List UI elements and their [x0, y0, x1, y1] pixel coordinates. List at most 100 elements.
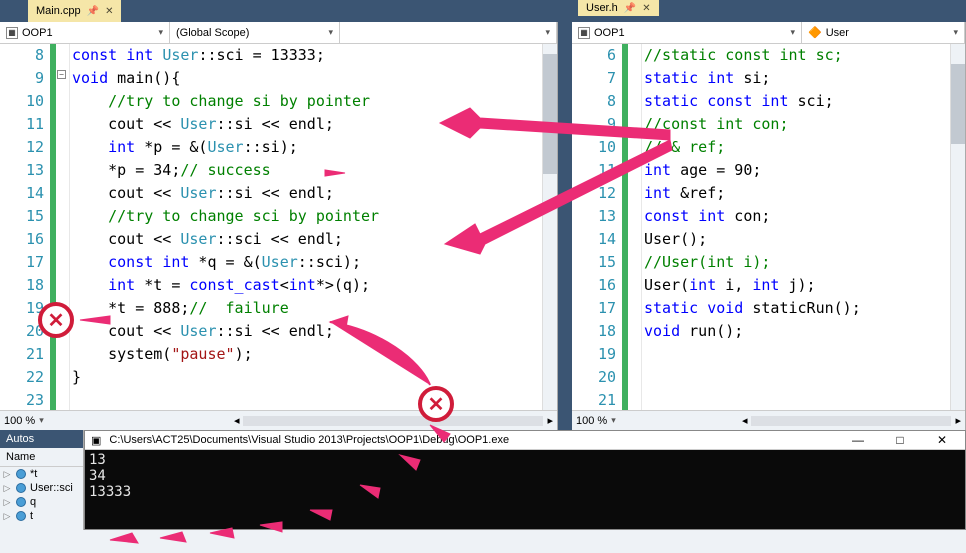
code-line[interactable]: //try to change si by pointer	[72, 90, 557, 113]
code-line[interactable]: void run();	[644, 320, 965, 343]
code-line[interactable]: cout << User::si << endl;	[72, 113, 557, 136]
variable-name: q	[30, 496, 36, 508]
line-number: 20	[572, 366, 616, 389]
vertical-scrollbar[interactable]	[950, 44, 965, 410]
expand-icon[interactable]: ▷	[2, 511, 12, 522]
outline-collapse-icon[interactable]: −	[57, 70, 66, 79]
tab-user-h[interactable]: User.h 📌 ✕	[578, 0, 659, 16]
expand-icon[interactable]: ▷	[2, 497, 12, 508]
variable-icon	[16, 469, 26, 479]
code-line[interactable]: static void staticRun();	[644, 297, 965, 320]
line-number: 22	[0, 366, 44, 389]
autos-variable-row[interactable]: ▷t	[0, 509, 83, 523]
project-dropdown-right[interactable]: ▦ OOP1 ▾	[572, 22, 802, 43]
line-number: 8	[572, 90, 616, 113]
line-number: 14	[572, 228, 616, 251]
expand-icon[interactable]: ▷	[2, 469, 12, 480]
code-line[interactable]: }	[72, 366, 557, 389]
class-label: User	[826, 27, 849, 39]
line-number: 17	[572, 297, 616, 320]
line-number: 11	[572, 159, 616, 182]
class-icon: 🔶	[808, 26, 822, 39]
line-number: 19	[572, 343, 616, 366]
project-dropdown-left[interactable]: ▦ OOP1 ▾	[0, 22, 170, 43]
scope-label: (Global Scope)	[176, 27, 249, 39]
zoom-level[interactable]: 100 %	[576, 415, 607, 427]
code-line[interactable]: static const int sci;	[644, 90, 965, 113]
variable-icon	[16, 483, 26, 493]
code-line[interactable]: int *p = &(User::si);	[72, 136, 557, 159]
code-line[interactable]: //try to change sci by pointer	[72, 205, 557, 228]
horizontal-scrollbar[interactable]	[751, 416, 951, 426]
code-line[interactable]: const int *q = &(User::sci);	[72, 251, 557, 274]
code-line[interactable]: User(int i, int j);	[644, 274, 965, 297]
expand-icon[interactable]: ▷	[2, 483, 12, 494]
code-line[interactable]: const int con;	[644, 205, 965, 228]
code-editor-right[interactable]: 678910111213141516171819202122 //static …	[572, 44, 965, 410]
code-line[interactable]: void main(){	[72, 67, 557, 90]
zoom-level[interactable]: 100 %	[4, 415, 35, 427]
chevron-down-icon: ▾	[953, 27, 958, 38]
line-number: 15	[572, 251, 616, 274]
code-line[interactable]: int *t = const_cast<int*>(q);	[72, 274, 557, 297]
autos-variable-row[interactable]: ▷q	[0, 495, 83, 509]
autos-name-header: Name	[0, 448, 83, 467]
line-number: 7	[572, 67, 616, 90]
code-line[interactable]: // & ref;	[644, 136, 965, 159]
line-number: 12	[572, 182, 616, 205]
code-line[interactable]: cout << User::si << endl;	[72, 182, 557, 205]
vertical-scrollbar[interactable]	[542, 44, 557, 410]
code-line[interactable]: //const int con;	[644, 113, 965, 136]
chevron-down-icon: ▾	[39, 415, 44, 426]
code-line[interactable]: int &ref;	[644, 182, 965, 205]
nav-right-icon[interactable]: ▸	[547, 414, 553, 427]
code-line[interactable]: *p = 34;// success	[72, 159, 557, 182]
nav-right-icon[interactable]: ▸	[955, 414, 961, 427]
code-line[interactable]: //static const int sc;	[644, 44, 965, 67]
close-icon[interactable]: ✕	[105, 6, 113, 17]
line-number: 16	[0, 228, 44, 251]
scope-dropdown-left[interactable]: (Global Scope) ▾	[170, 22, 340, 43]
pin-icon[interactable]: 📌	[87, 6, 99, 17]
close-button[interactable]: ✕	[925, 433, 959, 447]
variable-name: t	[30, 510, 33, 522]
project-icon: ▦	[6, 27, 18, 39]
code-line[interactable]: int age = 90;	[644, 159, 965, 182]
line-number: 14	[0, 182, 44, 205]
code-line[interactable]: *t = 888;// failure	[72, 297, 557, 320]
pin-icon[interactable]: 📌	[624, 3, 636, 14]
error-badge: ✕	[418, 386, 454, 422]
minimize-button[interactable]: —	[841, 433, 875, 447]
nav-left-icon[interactable]: ◂	[742, 414, 748, 427]
variable-icon	[16, 511, 26, 521]
variable-name: User::sci	[30, 482, 73, 494]
code-line[interactable]: system("pause");	[72, 343, 557, 366]
variable-name: *t	[30, 468, 37, 480]
code-line[interactable]: User();	[644, 228, 965, 251]
line-number: 9	[0, 67, 44, 90]
line-number: 12	[0, 136, 44, 159]
autos-variable-row[interactable]: ▷ *t	[0, 467, 83, 481]
code-line[interactable]: const int User::sci = 13333;	[72, 44, 557, 67]
class-dropdown-right[interactable]: 🔶 User ▾	[802, 22, 965, 43]
code-editor-left[interactable]: 891011121314151617181920212223 − const i…	[0, 44, 557, 410]
code-line[interactable]: cout << User::sci << endl;	[72, 228, 557, 251]
member-dropdown-left[interactable]: ▾	[340, 22, 557, 43]
maximize-button[interactable]: □	[883, 433, 917, 447]
chevron-down-icon: ▾	[545, 27, 550, 38]
chevron-down-icon: ▾	[158, 27, 163, 38]
error-badge: ✕	[38, 302, 74, 338]
autos-panel-title: Autos	[0, 430, 83, 448]
code-line[interactable]: //User(int i);	[644, 251, 965, 274]
tab-main-cpp[interactable]: Main.cpp 📌 ✕	[28, 0, 121, 22]
nav-left-icon[interactable]: ◂	[234, 414, 240, 427]
chevron-down-icon: ▾	[790, 27, 795, 38]
line-number: 21	[0, 343, 44, 366]
horizontal-scrollbar[interactable]	[243, 416, 543, 426]
autos-variable-row[interactable]: ▷ User::sci	[0, 481, 83, 495]
code-line[interactable]: static int si;	[644, 67, 965, 90]
line-number: 8	[0, 44, 44, 67]
line-number: 13	[0, 159, 44, 182]
code-line[interactable]: cout << User::si << endl;	[72, 320, 557, 343]
close-icon[interactable]: ✕	[642, 3, 650, 14]
